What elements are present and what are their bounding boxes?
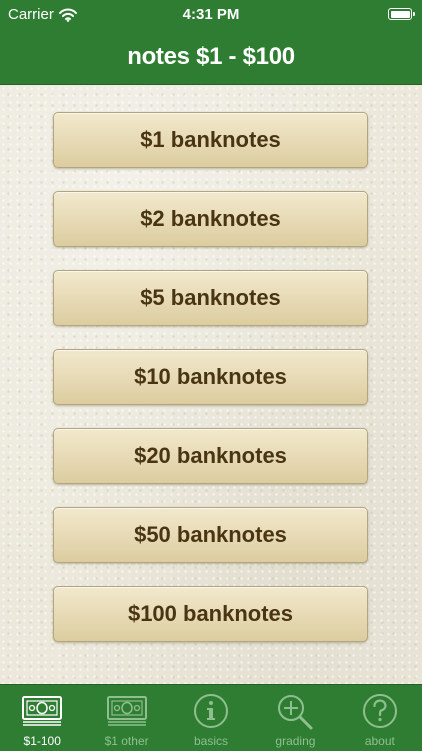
tab-label: grading bbox=[275, 734, 316, 748]
fifty-dollar-banknotes-button[interactable]: $50 banknotes bbox=[53, 507, 368, 563]
page-title: notes $1 - $100 bbox=[127, 43, 295, 70]
tab-about[interactable]: about bbox=[338, 685, 422, 751]
battery-icon bbox=[388, 8, 415, 20]
banknote-list: $1 banknotes $2 banknotes $5 banknotes $… bbox=[0, 85, 422, 684]
twenty-dollar-banknotes-button[interactable]: $20 banknotes bbox=[53, 428, 368, 484]
tab-grading[interactable]: grading bbox=[253, 685, 337, 751]
tab-bar: $1-100 $1 other basics grading about bbox=[0, 684, 422, 751]
hundred-dollar-banknotes-button[interactable]: $100 banknotes bbox=[53, 586, 368, 642]
navigation-bar: notes $1 - $100 bbox=[0, 30, 422, 85]
banknote-icon bbox=[22, 696, 63, 726]
tab-label: $1 other bbox=[104, 734, 149, 748]
tab-1-100[interactable]: $1-100 bbox=[0, 685, 84, 751]
tab-label: basics bbox=[194, 734, 229, 748]
status-time: 4:31 PM bbox=[182, 6, 240, 23]
five-dollar-banknotes-button[interactable]: $5 banknotes bbox=[53, 270, 368, 326]
two-dollar-banknotes-button[interactable]: $2 banknotes bbox=[53, 191, 368, 247]
tab-1-other[interactable]: $1 other bbox=[84, 685, 168, 751]
tab-label: about bbox=[364, 734, 395, 748]
battery-level bbox=[390, 10, 410, 18]
status-bar: Carrier 4:31 PM bbox=[0, 0, 422, 30]
question-icon bbox=[362, 694, 397, 728]
banknote-icon bbox=[106, 696, 147, 726]
one-dollar-banknotes-button[interactable]: $1 banknotes bbox=[53, 112, 368, 168]
info-icon bbox=[194, 694, 229, 728]
tab-basics[interactable]: basics bbox=[169, 685, 253, 751]
tab-label: $1-100 bbox=[23, 734, 61, 748]
magnifier-plus-icon bbox=[278, 695, 313, 730]
ten-dollar-banknotes-button[interactable]: $10 banknotes bbox=[53, 349, 368, 405]
